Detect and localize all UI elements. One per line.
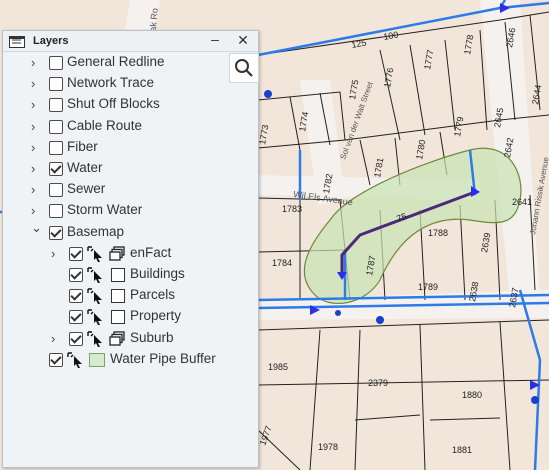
layer-label: Fiber <box>67 138 98 154</box>
basemap-child-parcels[interactable]: Parcels <box>3 286 243 306</box>
layer-checkbox[interactable] <box>49 98 63 113</box>
parcel-number-label: 1783 <box>282 204 302 214</box>
layer-label: Basemap <box>67 223 125 239</box>
search-button[interactable] <box>229 53 259 83</box>
layers-panel: Layers – ✕ › General Redline › Network Trac… <box>2 30 259 468</box>
chevron-right-icon[interactable]: › <box>51 246 61 261</box>
chevron-right-icon[interactable]: › <box>31 98 41 112</box>
close-button[interactable]: ✕ <box>235 32 251 48</box>
layer-checkbox[interactable] <box>69 246 83 261</box>
layer-row-shut-off-blocks[interactable]: › Shut Off Blocks <box>3 95 223 115</box>
chevron-right-icon[interactable]: › <box>31 140 41 155</box>
minimize-button[interactable]: – <box>207 32 223 48</box>
layer-label: Sewer <box>67 181 106 197</box>
layer-row-water[interactable]: › Water <box>3 159 223 179</box>
chevron-right-icon[interactable]: › <box>31 204 41 218</box>
group-layer-icon <box>109 330 125 347</box>
square-symbol-icon <box>111 289 125 304</box>
square-symbol-icon <box>111 268 125 282</box>
chevron-right-icon[interactable]: › <box>51 331 61 346</box>
parcel-number-label: 1881 <box>452 445 472 455</box>
layer-label: Suburb <box>130 329 174 345</box>
basemap-child-buildings[interactable]: Buildings <box>3 265 243 285</box>
parcel-number-label: 1788 <box>428 228 448 238</box>
parcel-number-label: 2641 <box>512 197 532 207</box>
layer-label: Network Trace <box>67 75 155 91</box>
layer-checkbox[interactable] <box>49 204 63 219</box>
layer-label: Buildings <box>130 266 185 281</box>
parcel-number-label: 1784 <box>272 258 292 268</box>
square-symbol-icon <box>111 310 125 325</box>
parcel-number-label: 1880 <box>462 390 482 400</box>
chevron-right-icon[interactable]: › <box>31 119 41 134</box>
layer-checkbox[interactable] <box>49 162 63 176</box>
layer-checkbox[interactable] <box>69 310 83 325</box>
layer-checkbox[interactable] <box>49 183 63 198</box>
chevron-right-icon[interactable]: › <box>31 183 41 197</box>
parcel-number-label: 1985 <box>268 362 288 372</box>
buffer-swatch-icon <box>89 352 105 367</box>
layer-label: Parcels <box>130 287 176 303</box>
layer-checkbox[interactable] <box>49 352 63 367</box>
basemap-child-enfact[interactable]: › enFact <box>3 244 243 264</box>
layer-checkbox[interactable] <box>49 77 63 92</box>
layer-label: Shut Off Blocks <box>67 96 160 112</box>
layer-list-icon <box>9 35 25 53</box>
layer-row-basemap[interactable]: ⌄ Basemap <box>3 220 223 243</box>
chevron-right-icon[interactable]: › <box>31 56 41 70</box>
layer-checkbox[interactable] <box>49 119 63 134</box>
layer-label: Storm Water <box>67 202 143 218</box>
layer-checkbox[interactable] <box>69 331 83 346</box>
parcel-number-label: 2379 <box>368 378 388 388</box>
selectable-cursor-icon <box>87 309 103 326</box>
layer-row-storm-water[interactable]: › Storm Water <box>3 201 223 221</box>
layer-row-water-pipe-buffer[interactable]: Water Pipe Buffer <box>3 350 243 370</box>
layer-checkbox[interactable] <box>49 225 63 240</box>
selectable-cursor-icon <box>87 288 103 305</box>
layer-label: General Redline <box>67 54 165 69</box>
layer-label: Property <box>130 308 182 324</box>
group-layer-icon <box>109 246 125 262</box>
layer-label: Water <box>67 160 103 175</box>
panel-title: Layers <box>33 35 69 47</box>
layer-checkbox[interactable] <box>49 56 63 70</box>
layer-label: Water Pipe Buffer <box>110 350 216 366</box>
layer-row-general-redline[interactable]: › General Redline <box>3 53 223 73</box>
chevron-down-icon[interactable]: ⌄ <box>31 220 42 235</box>
layer-row-fiber[interactable]: › Fiber <box>3 138 223 158</box>
layer-checkbox[interactable] <box>49 140 63 155</box>
basemap-child-suburb[interactable]: › Suburb <box>3 329 243 349</box>
selectable-cursor-icon <box>67 352 83 368</box>
selectable-cursor-icon <box>87 330 103 347</box>
layer-label: enFact <box>130 244 172 260</box>
layer-row-cable-route[interactable]: › Cable Route <box>3 117 223 137</box>
selectable-cursor-icon <box>87 267 103 283</box>
selectable-cursor-icon <box>87 246 103 262</box>
layer-row-sewer[interactable]: › Sewer <box>3 180 223 200</box>
chevron-right-icon[interactable]: › <box>31 77 41 91</box>
parcel-number-label: 1789 <box>418 282 438 292</box>
basemap-child-property[interactable]: Property <box>3 307 243 327</box>
panel-header: Layers – ✕ <box>3 31 258 52</box>
layer-row-network-trace[interactable]: › Network Trace <box>3 74 223 94</box>
layer-label: Cable Route <box>67 117 143 133</box>
layer-checkbox[interactable] <box>69 289 83 304</box>
layer-checkbox[interactable] <box>69 268 83 282</box>
chevron-right-icon[interactable]: › <box>31 162 41 176</box>
parcel-number-label: 1978 <box>318 442 338 452</box>
